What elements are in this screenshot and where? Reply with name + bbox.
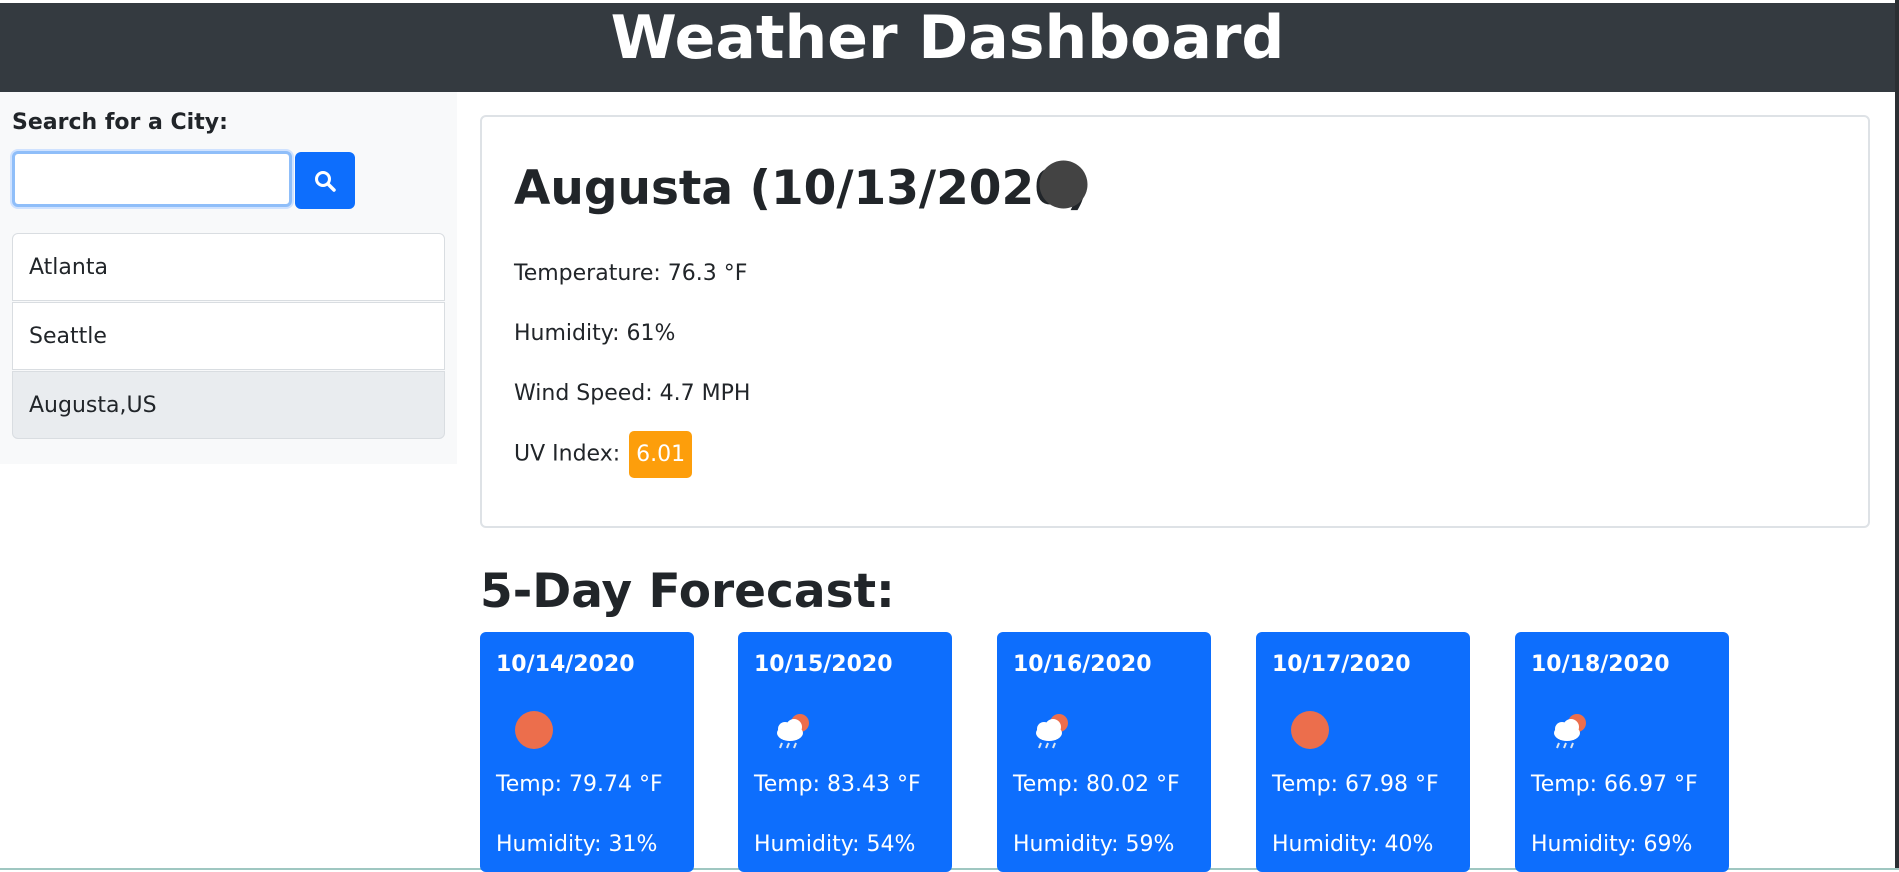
uv-index-badge: 6.01 <box>629 431 693 478</box>
search-history-list: Atlanta Seattle Augusta,US <box>12 233 445 440</box>
forecast-temp: Temp: 79.74 °F <box>496 772 663 797</box>
forecast-date: 10/15/2020 <box>754 652 893 677</box>
history-item-atlanta[interactable]: Atlanta <box>12 233 445 301</box>
city-search-input[interactable] <box>12 151 292 207</box>
sun-icon <box>1291 711 1329 749</box>
forecast-date: 10/18/2020 <box>1531 652 1670 677</box>
forecast-card: 10/18/2020 Temp: 66.97 °F Humidity: 69% <box>1515 632 1729 872</box>
current-humidity: Humidity: 61% <box>514 321 676 346</box>
forecast-humidity: Humidity: 69% <box>1531 832 1693 857</box>
dark-circle-icon <box>1039 160 1088 209</box>
rain-cloud-icon <box>777 714 809 749</box>
forecast-humidity: Humidity: 40% <box>1272 832 1434 857</box>
forecast-date: 10/17/2020 <box>1272 652 1411 677</box>
forecast-humidity: Humidity: 54% <box>754 832 916 857</box>
search-sidebar: Search for a City: Atlanta Seattle Augus… <box>0 92 457 464</box>
search-label: Search for a City: <box>12 110 228 135</box>
history-item-seattle[interactable]: Seattle <box>12 302 445 370</box>
current-wind-speed: Wind Speed: 4.7 MPH <box>514 379 750 409</box>
uv-label: UV Index: <box>514 441 621 467</box>
wind-speed-text: Wind Speed: 4.7 MPH <box>514 381 751 406</box>
window-edge <box>1895 0 1899 870</box>
rain-cloud-icon <box>1554 714 1586 749</box>
forecast-temp: Temp: 67.98 °F <box>1272 772 1439 797</box>
forecast-humidity: Humidity: 59% <box>1013 832 1175 857</box>
current-city-heading: Augusta (10/13/2020) <box>514 161 1089 216</box>
rain-cloud-icon <box>1036 714 1068 749</box>
current-uv: UV Index: 6.01 <box>514 431 693 478</box>
forecast-card: 10/17/2020 Temp: 67.98 °F Humidity: 40% <box>1256 632 1470 872</box>
header-bar: Weather Dashboard <box>0 3 1895 92</box>
current-weather-card: Augusta (10/13/2020) Temperature: 76.3 °… <box>480 115 1870 528</box>
current-temperature: Temperature: 76.3 °F <box>514 261 748 286</box>
history-item-augusta[interactable]: Augusta,US <box>12 371 445 439</box>
search-icon <box>315 170 336 192</box>
forecast-humidity: Humidity: 31% <box>496 832 658 857</box>
page-title: Weather Dashboard <box>610 3 1285 73</box>
forecast-date: 10/16/2020 <box>1013 652 1152 677</box>
forecast-card: 10/15/2020 Temp: 83.43 °F Humidity: 54% <box>738 632 952 872</box>
forecast-card: 10/16/2020 Temp: 80.02 °F Humidity: 59% <box>997 632 1211 872</box>
forecast-temp: Temp: 66.97 °F <box>1531 772 1698 797</box>
forecast-card: 10/14/2020 Temp: 79.74 °F Humidity: 31% <box>480 632 694 872</box>
search-button[interactable] <box>295 152 355 209</box>
forecast-date: 10/14/2020 <box>496 652 635 677</box>
forecast-temp: Temp: 83.43 °F <box>754 772 921 797</box>
sun-icon <box>515 711 553 749</box>
forecast-title: 5-Day Forecast: <box>480 564 895 619</box>
forecast-temp: Temp: 80.02 °F <box>1013 772 1180 797</box>
